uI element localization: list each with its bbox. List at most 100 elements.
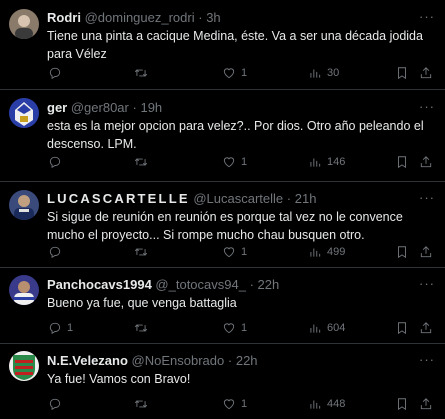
retweet-button[interactable]	[134, 321, 153, 335]
tweet[interactable]: N.E.Velezano @NoEnsobrado · 22h ··· Ya f…	[0, 344, 445, 419]
share-button[interactable]	[419, 66, 433, 80]
retweet-button[interactable]	[134, 66, 153, 80]
like-count: 1	[241, 398, 248, 410]
retweet-icon	[134, 158, 148, 166]
avatar[interactable]	[9, 190, 39, 220]
author-name[interactable]: LUCASCARTELLE	[47, 191, 190, 206]
avatar[interactable]	[9, 351, 39, 381]
more-horizontal-icon[interactable]: ···	[419, 100, 435, 118]
views-icon	[310, 69, 321, 78]
reply-button[interactable]	[48, 66, 67, 80]
like-count: 1	[241, 322, 248, 334]
bookmark-button[interactable]	[395, 155, 409, 169]
author-handle[interactable]: @dominguez_rodri	[85, 10, 195, 25]
tweet[interactable]: LUCASCARTELLE @Lucascartelle · 21h ··· S…	[0, 182, 445, 268]
tweet-actions: 1 30	[44, 66, 433, 82]
share-button[interactable]	[419, 155, 433, 169]
author-handle[interactable]: @ger80ar	[71, 100, 129, 115]
separator-dot: ·	[286, 191, 292, 206]
views-button[interactable]: 146	[308, 155, 345, 169]
reply-icon	[49, 398, 61, 411]
share-button[interactable]	[419, 245, 433, 259]
bookmark-icon	[398, 156, 406, 169]
views-button[interactable]: 30	[308, 66, 339, 80]
timestamp[interactable]: 22h	[258, 277, 280, 292]
tweet-text: Bueno ya fue, que venga battaglia	[47, 296, 237, 310]
tweet-header: ger @ger80ar · 19h	[47, 100, 415, 116]
bookmark-button[interactable]	[395, 397, 409, 411]
separator-dot: ·	[227, 353, 233, 368]
retweet-button[interactable]	[134, 155, 153, 169]
like-button[interactable]: 1	[222, 397, 247, 411]
tweet[interactable]: ger @ger80ar · 19h ··· esta es la mejor …	[0, 90, 445, 182]
share-button[interactable]	[419, 321, 433, 335]
more-horizontal-icon[interactable]: ···	[419, 353, 435, 371]
tweet[interactable]: Rodri @dominguez_rodri · 3h ··· Tiene un…	[0, 0, 445, 90]
like-button[interactable]: 1	[222, 321, 247, 335]
avatar[interactable]	[9, 9, 39, 39]
like-button[interactable]: 1	[222, 66, 247, 80]
tweet-actions: 1 448	[44, 397, 433, 413]
tweet-header: Rodri @dominguez_rodri · 3h	[47, 10, 415, 26]
author-handle[interactable]: @Lucascartelle	[193, 191, 283, 206]
timestamp[interactable]: 3h	[206, 10, 220, 25]
bookmark-button[interactable]	[395, 66, 409, 80]
timestamp[interactable]: 22h	[236, 353, 258, 368]
author-handle[interactable]: @NoEnsobrado	[132, 353, 225, 368]
tweet-text: Ya fue! Vamos con Bravo!	[47, 372, 191, 386]
bookmark-icon	[398, 322, 406, 335]
view-count: 448	[327, 398, 346, 410]
author-handle[interactable]: @_totocavs94_	[155, 277, 246, 292]
tweet-actions: 1 146	[44, 155, 433, 171]
bookmark-button[interactable]	[395, 245, 409, 259]
view-count: 146	[327, 156, 346, 168]
avatar[interactable]	[9, 98, 39, 128]
retweet-button[interactable]	[134, 397, 153, 411]
author-name[interactable]: Rodri	[47, 10, 81, 25]
author-name[interactable]: ger	[47, 100, 67, 115]
like-count: 1	[241, 246, 248, 258]
tweet-actions: 1 1 604	[44, 321, 433, 337]
bookmark-icon	[398, 246, 406, 259]
heart-icon	[223, 157, 235, 168]
views-button[interactable]: 448	[308, 397, 345, 411]
reply-icon	[49, 246, 61, 259]
tweet-header: N.E.Velezano @NoEnsobrado · 22h	[47, 353, 415, 369]
retweet-icon	[134, 400, 148, 408]
reply-button[interactable]: 1	[48, 321, 73, 335]
tweet-text: esta es la mejor opcion para velez?.. Po…	[47, 119, 424, 151]
tweet[interactable]: Panchocavs1994 @_totocavs94_ · 22h ··· B…	[0, 268, 445, 344]
views-icon	[310, 400, 321, 409]
retweet-icon	[134, 324, 148, 332]
reply-icon	[49, 156, 61, 169]
like-count: 1	[241, 156, 248, 168]
heart-icon	[223, 399, 235, 410]
tweet-header: LUCASCARTELLE @Lucascartelle · 21h	[47, 191, 415, 207]
share-icon	[420, 156, 432, 168]
more-horizontal-icon[interactable]: ···	[419, 277, 435, 295]
views-button[interactable]: 604	[308, 321, 345, 335]
bookmark-button[interactable]	[395, 321, 409, 335]
more-horizontal-icon[interactable]: ···	[419, 191, 435, 209]
avatar[interactable]	[9, 275, 39, 305]
author-name[interactable]: N.E.Velezano	[47, 353, 128, 368]
retweet-icon	[134, 248, 148, 256]
like-button[interactable]: 1	[222, 245, 247, 259]
retweet-button[interactable]	[134, 245, 153, 259]
share-button[interactable]	[419, 397, 433, 411]
like-button[interactable]: 1	[222, 155, 247, 169]
retweet-icon	[134, 69, 148, 77]
more-horizontal-icon[interactable]: ···	[419, 10, 435, 28]
views-button[interactable]: 499	[308, 245, 345, 259]
separator-dot: ·	[198, 10, 203, 25]
reply-button[interactable]	[48, 155, 67, 169]
views-icon	[310, 158, 321, 167]
author-name[interactable]: Panchocavs1994	[47, 277, 152, 292]
timestamp[interactable]: 19h	[140, 100, 162, 115]
bookmark-icon	[398, 398, 406, 411]
tweet-actions: 1 499	[44, 245, 433, 261]
timestamp[interactable]: 21h	[295, 191, 317, 206]
reply-button[interactable]	[48, 397, 67, 411]
reply-button[interactable]	[48, 245, 67, 259]
like-count: 1	[241, 67, 248, 79]
